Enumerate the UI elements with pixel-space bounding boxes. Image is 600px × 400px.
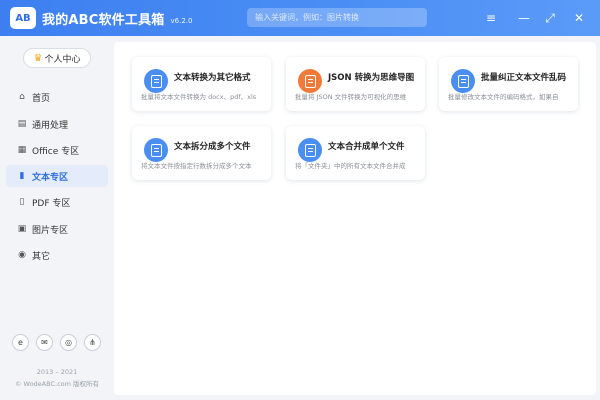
crown-icon: ♛: [33, 52, 43, 64]
user-center-label: 个人中心: [44, 54, 81, 65]
sidebar-item-general[interactable]: ▤ 通用处理: [6, 113, 108, 135]
general-icon: ▤: [17, 119, 27, 129]
bottom-icon-bar: e ✉ ◎ ⋔: [12, 334, 101, 351]
card-desc: 将「文件夹」中的所有文本文件合并成: [295, 162, 406, 170]
sidebar-item-pdf[interactable]: ▯ PDF 专区: [6, 191, 108, 213]
sidebar-item-office[interactable]: ▦ Office 专区: [6, 139, 108, 161]
image-icon: ▣: [17, 224, 27, 234]
sidebar-item-other[interactable]: ◉ 其它: [6, 244, 108, 266]
chat-icon[interactable]: ◎: [60, 334, 77, 351]
sidebar-item-label: 通用处理: [32, 120, 69, 131]
office-icon: ▦: [17, 145, 27, 155]
card-text-merge[interactable]: 文本合并成单个文件 将「文件夹」中的所有文本文件合并成: [286, 126, 425, 180]
document-icon: [144, 69, 168, 93]
share-icon[interactable]: ⋔: [84, 334, 101, 351]
sidebar-item-label: 首页: [32, 93, 51, 104]
mail-icon[interactable]: ✉: [36, 334, 53, 351]
home-icon: ⌂: [19, 92, 25, 102]
title-bar: AB 我的ABC软件工具箱 v6.2.0 ≡ — ⤢ ✕: [0, 0, 600, 36]
text-file-icon: ▮: [19, 171, 25, 181]
menu-icon[interactable]: ≡: [482, 9, 500, 27]
maximize-button[interactable]: ⤢: [541, 9, 559, 27]
minimize-button[interactable]: —: [515, 9, 533, 27]
search-input[interactable]: [247, 8, 427, 27]
card-title: JSON 转换为思维导图: [328, 73, 415, 83]
document-icon: [144, 138, 168, 162]
sidebar-item-home[interactable]: ⌂ 首页: [6, 86, 108, 108]
sidebar-item-text[interactable]: ▮ 文本专区: [6, 165, 108, 187]
document-icon: [451, 69, 475, 93]
pdf-icon: ▯: [19, 197, 25, 207]
sidebar-item-image[interactable]: ▣ 图片专区: [6, 218, 108, 240]
copyright-years: 2013 – 2021: [36, 368, 78, 376]
close-button[interactable]: ✕: [570, 9, 588, 27]
card-title: 文本合并成单个文件: [328, 142, 405, 152]
app-title: 我的ABC软件工具箱: [42, 12, 165, 28]
mindmap-icon: [298, 69, 322, 93]
browser-icon[interactable]: e: [12, 334, 29, 351]
app-version: v6.2.0: [170, 16, 193, 25]
main-panel: 文本转换为其它格式 批量将文本文件转换为 docx、pdf、xls JSON 转…: [114, 42, 596, 395]
card-fix-encoding[interactable]: 批量纠正文本文件乱码 批量修改文本文件的编码格式，如果自: [439, 57, 578, 111]
app-logo: AB: [10, 7, 36, 29]
sidebar-item-label: Office 专区: [32, 146, 80, 157]
other-icon: ◉: [18, 250, 26, 260]
card-text-convert[interactable]: 文本转换为其它格式 批量将文本文件转换为 docx、pdf、xls: [132, 57, 271, 111]
card-desc: 将文本文件按指定行数拆分成多个文本: [141, 162, 252, 170]
card-text-split[interactable]: 文本拆分成多个文件 将文本文件按指定行数拆分成多个文本: [132, 126, 271, 180]
card-json-mindmap[interactable]: JSON 转换为思维导图 批量将 JSON 文件转换为可视化的思维: [286, 57, 425, 111]
sidebar-item-label: 文本专区: [32, 172, 69, 183]
card-title: 批量纠正文本文件乱码: [481, 73, 567, 83]
card-desc: 批量将文本文件转换为 docx、pdf、xls: [141, 93, 257, 101]
document-icon: [298, 138, 322, 162]
card-title: 文本拆分成多个文件: [174, 142, 251, 152]
card-desc: 批量修改文本文件的编码格式，如果自: [448, 93, 559, 101]
card-title: 文本转换为其它格式: [174, 73, 251, 83]
copyright-owner: © WodeABC.com 版权所有: [14, 380, 100, 388]
card-desc: 批量将 JSON 文件转换为可视化的思维: [295, 93, 407, 101]
sidebar: ♛ 个人中心 ⌂ 首页 ▤ 通用处理 ▦ Office 专区 ▮ 文本专区 ▯ …: [0, 36, 114, 400]
user-center-button[interactable]: ♛ 个人中心: [23, 48, 91, 68]
sidebar-item-label: PDF 专区: [32, 198, 71, 209]
sidebar-item-label: 图片专区: [32, 225, 69, 236]
sidebar-item-label: 其它: [32, 251, 51, 262]
